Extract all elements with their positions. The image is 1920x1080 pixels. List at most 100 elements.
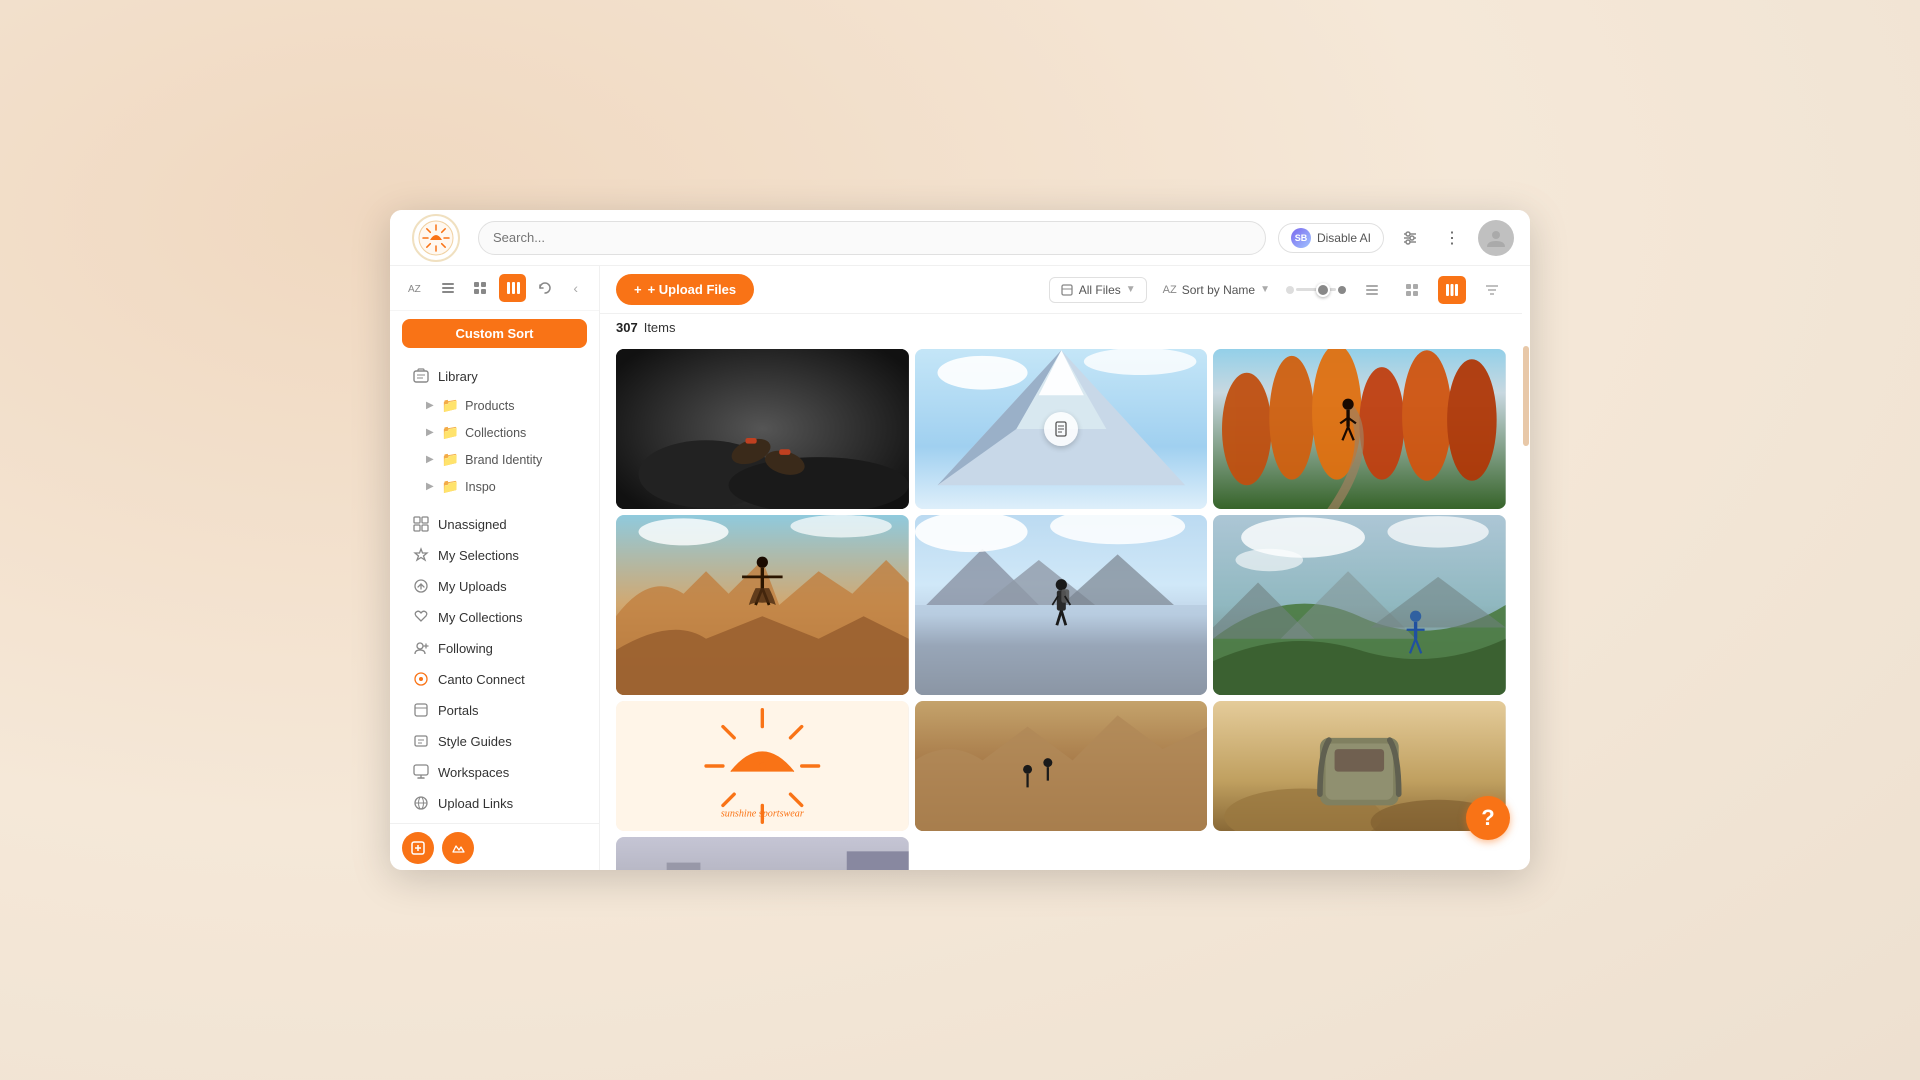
my-uploads-label: My Uploads [438,579,507,594]
folder-icon: 📁 [442,451,459,468]
list-view-button[interactable] [434,274,460,302]
sort-az-button[interactable]: AZ [402,274,428,302]
grid-item[interactable] [915,701,1208,831]
view-list-button[interactable] [1358,276,1386,304]
grid-item[interactable] [1213,349,1506,509]
sidebar-item-products[interactable]: ▶ 📁 Products [390,392,599,419]
portals-icon [412,701,430,719]
grid-item[interactable]: sunshine sportswear [616,701,909,831]
inspo-label: Inspo [465,480,496,494]
svg-text:AZ: AZ [408,284,421,295]
library-label: Library [438,369,478,384]
scrollbar-thumb[interactable] [1523,346,1529,446]
filter-button[interactable] [1478,276,1506,304]
my-collections-icon [412,608,430,626]
sidebar-item-my-selections[interactable]: My Selections [396,540,593,570]
disable-ai-label: Disable AI [1317,231,1371,245]
sidebar-item-following[interactable]: Following [396,633,593,663]
my-uploads-icon [412,577,430,595]
view-masonry-button[interactable] [1438,276,1466,304]
unassigned-label: Unassigned [438,517,507,532]
more-options-button[interactable]: ⋮ [1436,222,1468,254]
custom-sort-button[interactable]: Custom Sort [402,319,587,348]
products-label: Products [465,399,514,413]
upload-links-icon [412,794,430,812]
brand-identity-label: Brand Identity [465,453,542,467]
active-view-button[interactable] [499,274,525,302]
sidebar-item-inspo[interactable]: ▶ 📁 Inspo [390,473,599,500]
sidebar-item-workspaces[interactable]: Workspaces [396,757,593,787]
style-guides-label: Style Guides [438,734,512,749]
upload-files-button[interactable]: + + Upload Files [616,274,754,305]
following-label: Following [438,641,493,656]
grid-item[interactable] [616,515,909,695]
items-bar: 307 Items [600,314,1522,341]
all-files-label: All Files [1079,283,1121,297]
folder-icon: 📁 [442,424,459,441]
workspaces-icon [412,763,430,781]
sidebar-item-style-guides[interactable]: Style Guides [396,726,593,756]
my-selections-label: My Selections [438,548,519,563]
slider-max-dot [1338,286,1346,294]
sidebar-item-my-collections[interactable]: My Collections [396,602,593,632]
sidebar-bottom-button-1[interactable] [402,832,434,864]
upload-plus-icon: + [634,282,642,297]
sidebar-item-upload-links[interactable]: Upload Links [396,788,593,818]
sidebar-item-brand-identity[interactable]: ▶ 📁 Brand Identity [390,446,599,473]
main-content: AZ [390,266,1530,870]
items-label: Items [644,320,676,335]
chevron-right-icon: ▶ [426,427,434,438]
grid-item[interactable] [915,515,1208,695]
nav-section-main: Unassigned My Selections [390,504,599,823]
sort-label: Sort by Name [1182,283,1255,297]
sidebar-item-unassigned[interactable]: Unassigned [396,509,593,539]
help-button[interactable]: ? [1466,796,1510,840]
user-avatar[interactable] [1478,220,1514,256]
my-collections-label: My Collections [438,610,523,625]
sidebar-item-collections[interactable]: ▶ 📁 Collections [390,419,599,446]
sort-button[interactable]: AZ Sort by Name ▼ [1159,278,1274,302]
sidebar-bottom-button-2[interactable] [442,832,474,864]
canto-connect-icon [412,670,430,688]
more-icon: ⋮ [1444,228,1460,248]
top-bar-actions: SB Disable AI ⋮ [1278,220,1514,256]
content-toolbar: + + Upload Files All Files ▼ AZ Sort by … [600,266,1522,314]
following-icon [412,639,430,657]
sidebar-item-my-uploads[interactable]: My Uploads [396,571,593,601]
slider-thumb [1316,283,1330,297]
sb-icon: SB [1291,228,1311,248]
library-section: Library ▶ 📁 Products ▶ 📁 Collections ▶ 📁… [390,356,599,504]
canto-connect-label: Canto Connect [438,672,525,687]
workspaces-label: Workspaces [438,765,509,780]
content-area: + + Upload Files All Files ▼ AZ Sort by … [600,266,1522,870]
folder-icon: 📁 [442,478,459,495]
sidebar-collapse-button[interactable]: ‹ [564,276,587,300]
grid-view-button[interactable] [467,274,493,302]
grid-item[interactable] [616,349,909,509]
settings-icon-button[interactable] [1394,222,1426,254]
grid-item[interactable] [1213,701,1506,831]
disable-ai-button[interactable]: SB Disable AI [1278,223,1384,253]
image-grid: sunshine sportswear [600,341,1522,870]
zoom-slider[interactable] [1286,286,1346,294]
chevron-down-icon: ▼ [1126,284,1136,295]
sidebar-bottom [390,823,599,870]
grid-item[interactable] [1213,515,1506,695]
grid-item[interactable] [616,837,909,870]
sidebar-item-portals[interactable]: Portals [396,695,593,725]
view-grid-button[interactable] [1398,276,1426,304]
sort-chevron-icon: ▼ [1260,284,1270,295]
upload-links-label: Upload Links [438,796,513,811]
refresh-button[interactable] [532,274,558,302]
grid-item[interactable] [915,349,1208,509]
my-selections-icon [412,546,430,564]
all-files-button[interactable]: All Files ▼ [1049,277,1147,303]
chevron-right-icon: ▶ [426,454,434,465]
sidebar-item-library[interactable]: Library [396,361,593,391]
folder-icon: 📁 [442,397,459,414]
sidebar-item-canto-connect[interactable]: Canto Connect [396,664,593,694]
search-input[interactable] [478,221,1266,255]
slider-min-dot [1286,286,1294,294]
scrollbar-track [1522,266,1530,870]
chevron-right-icon: ▶ [426,481,434,492]
